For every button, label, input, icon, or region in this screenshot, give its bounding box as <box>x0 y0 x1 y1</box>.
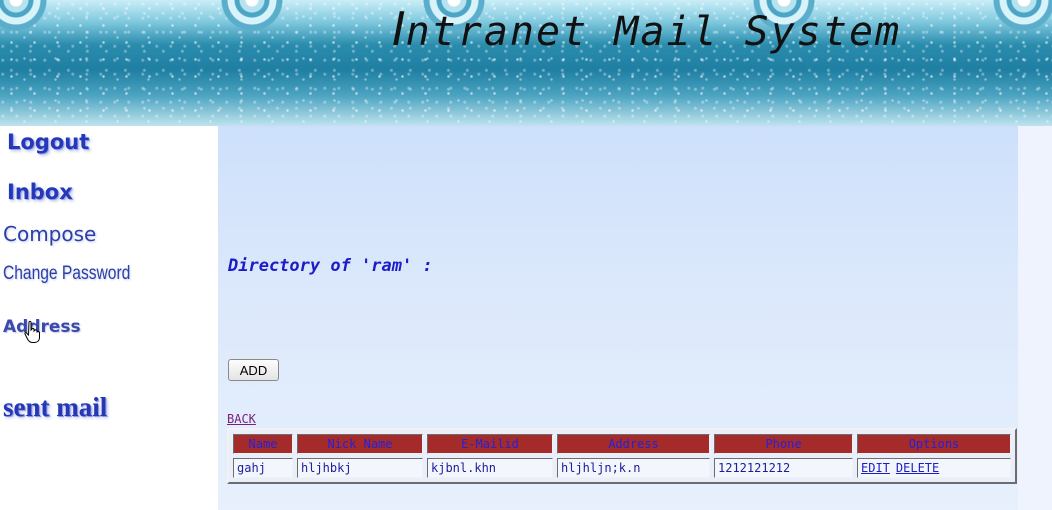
add-button[interactable]: ADD <box>228 359 279 381</box>
sidebar-item-inbox[interactable]: Inbox <box>7 180 73 204</box>
hand-pointer-cursor-icon <box>24 320 40 343</box>
main-content: Directory of 'ram' : ADD BACK Name Nick … <box>218 126 1052 510</box>
cell-phone: 1212121212 <box>714 458 853 478</box>
edit-link[interactable]: EDIT <box>861 461 890 475</box>
sidebar-item-compose[interactable]: Compose <box>3 222 96 246</box>
column-header-name: Name <box>233 434 293 454</box>
cell-options: EDIT DELETE <box>857 458 1011 478</box>
cell-address: hljhljn;k.n <box>557 458 710 478</box>
delete-link[interactable]: DELETE <box>896 461 939 475</box>
content-edge <box>1018 126 1052 510</box>
column-header-address: Address <box>557 434 710 454</box>
sidebar-item-sent-mail[interactable]: sent mail <box>3 392 107 423</box>
directory-table: Name Nick Name E-Mailid Address Phone Op… <box>227 428 1017 484</box>
app-title: Intranet Mail System <box>392 2 902 56</box>
sidebar-item-logout[interactable]: Logout <box>7 130 89 154</box>
cell-email: kjbnl.khn <box>427 458 553 478</box>
column-header-nick-name: Nick Name <box>297 434 423 454</box>
header-banner: Intranet Mail System <box>0 0 1052 126</box>
page-title: Directory of 'ram' : <box>228 256 433 276</box>
back-link[interactable]: BACK <box>227 412 256 426</box>
sidebar-item-change-password[interactable]: Change Password <box>3 263 130 285</box>
table-row: gahj hljhbkj kjbnl.khn hljhljn;k.n 12121… <box>233 458 1011 478</box>
table-header-row: Name Nick Name E-Mailid Address Phone Op… <box>233 434 1011 454</box>
column-header-phone: Phone <box>714 434 853 454</box>
sidebar-nav: Logout Inbox Compose Change Password Add… <box>0 126 218 510</box>
cell-name: gahj <box>233 458 293 478</box>
column-header-options: Options <box>857 434 1011 454</box>
cell-nick-name: hljhbkj <box>297 458 423 478</box>
column-header-email: E-Mailid <box>427 434 553 454</box>
